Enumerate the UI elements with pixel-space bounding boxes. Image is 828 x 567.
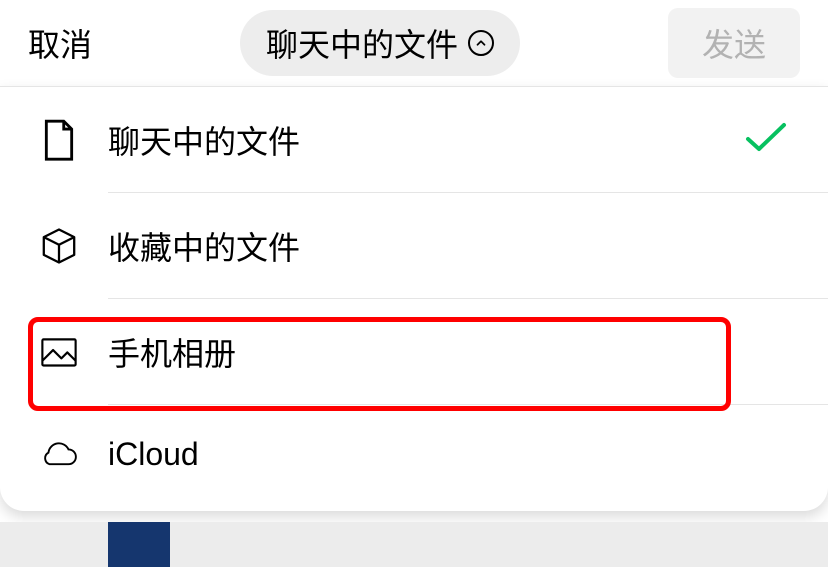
- cube-icon: [40, 227, 78, 265]
- cancel-button[interactable]: 取消: [28, 20, 92, 66]
- background-file-row: [0, 522, 828, 567]
- option-favorites[interactable]: 收藏中的文件: [0, 193, 828, 299]
- option-photo-album[interactable]: 手机相册: [0, 299, 828, 405]
- source-selector[interactable]: 聊天中的文件: [240, 10, 520, 76]
- option-label: 手机相册: [108, 329, 236, 375]
- source-dropdown: 聊天中的文件 收藏中的文件 手机相册 iCloud: [0, 86, 828, 511]
- option-label: 收藏中的文件: [108, 223, 300, 269]
- option-icloud[interactable]: iCloud: [0, 405, 828, 503]
- send-button[interactable]: 发送: [668, 8, 800, 78]
- cloud-icon: [40, 435, 78, 473]
- photo-icon: [40, 333, 78, 371]
- option-chat-files[interactable]: 聊天中的文件: [0, 87, 828, 193]
- file-icon: [40, 121, 78, 159]
- file-thumbnail: [108, 522, 170, 567]
- source-selector-label: 聊天中的文件: [266, 20, 458, 66]
- header: 取消 聊天中的文件 发送: [0, 0, 828, 86]
- chevron-up-icon: [468, 30, 494, 56]
- option-label: iCloud: [108, 436, 199, 473]
- option-label: 聊天中的文件: [108, 117, 300, 163]
- checkmark-icon: [744, 121, 788, 160]
